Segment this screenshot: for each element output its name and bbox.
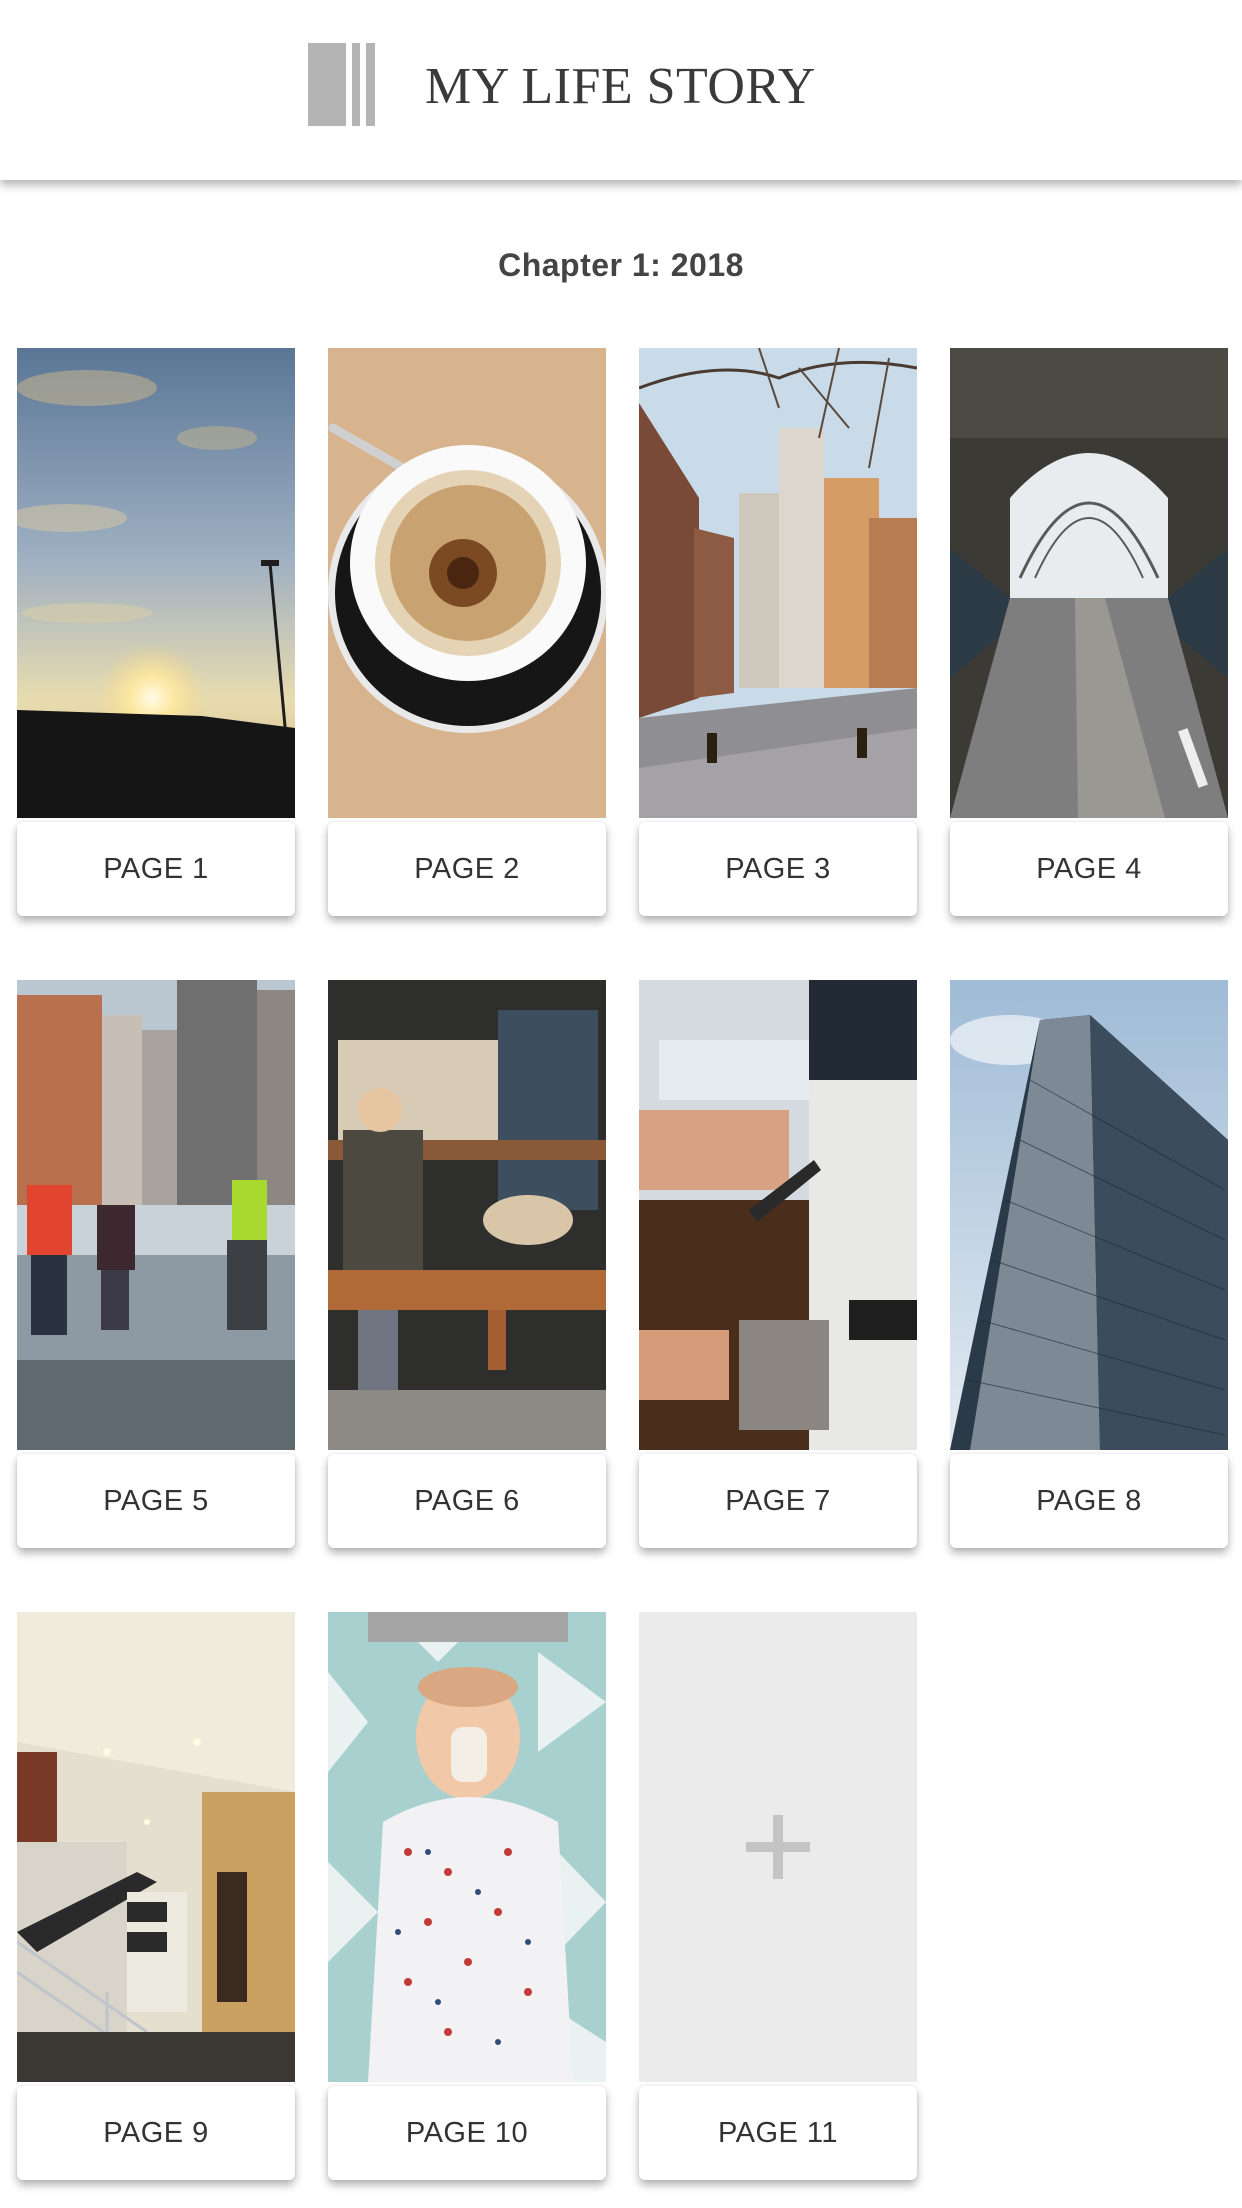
page-thumbnail[interactable] xyxy=(950,348,1228,818)
page-label[interactable]: PAGE 9 xyxy=(17,2086,295,2180)
page-thumbnail[interactable] xyxy=(950,980,1228,1450)
tower-photo xyxy=(950,980,1228,1450)
walkway-photo xyxy=(950,348,1228,818)
beach-photo xyxy=(17,980,295,1450)
book-spines-icon xyxy=(308,43,376,126)
page-label[interactable]: PAGE 11 xyxy=(639,2086,917,2180)
add-page-card[interactable]: PAGE 11 xyxy=(639,1612,917,2184)
page-card[interactable]: PAGE 4 xyxy=(950,348,1228,920)
page-thumbnail[interactable] xyxy=(328,980,606,1450)
page-thumbnail[interactable] xyxy=(17,1612,295,2082)
page-card[interactable]: PAGE 9 xyxy=(17,1612,295,2184)
page-card[interactable]: PAGE 6 xyxy=(328,980,606,1552)
city-street-photo xyxy=(639,348,917,818)
page-label[interactable]: PAGE 6 xyxy=(328,1454,606,1548)
page-label[interactable]: PAGE 10 xyxy=(328,2086,606,2180)
page-thumbnail[interactable] xyxy=(17,980,295,1450)
page-thumbnail[interactable] xyxy=(639,348,917,818)
page-thumbnail[interactable] xyxy=(328,348,606,818)
page-label[interactable]: PAGE 3 xyxy=(639,822,917,916)
page-label[interactable]: PAGE 4 xyxy=(950,822,1228,916)
page-thumbnail[interactable] xyxy=(639,980,917,1450)
page-card[interactable]: PAGE 7 xyxy=(639,980,917,1552)
page-thumbnail[interactable] xyxy=(17,348,295,818)
sunset-photo xyxy=(17,348,295,818)
espresso-photo xyxy=(328,348,606,818)
add-page-button[interactable] xyxy=(639,1612,917,2082)
lobby-photo xyxy=(17,1612,295,2082)
page-card[interactable]: PAGE 2 xyxy=(328,348,606,920)
page-label[interactable]: PAGE 5 xyxy=(17,1454,295,1548)
cafe-photo xyxy=(328,980,606,1450)
app-title: MY LIFE STORY xyxy=(425,58,816,115)
app-header: MY LIFE STORY xyxy=(0,0,1242,180)
page-card[interactable]: PAGE 8 xyxy=(950,980,1228,1552)
page-label[interactable]: PAGE 1 xyxy=(17,822,295,916)
page-card[interactable]: PAGE 3 xyxy=(639,348,917,920)
page-label[interactable]: PAGE 8 xyxy=(950,1454,1228,1548)
page-thumbnail[interactable] xyxy=(328,1612,606,2082)
page-card[interactable]: PAGE 1 xyxy=(17,348,295,920)
page-card[interactable]: PAGE 5 xyxy=(17,980,295,1552)
barista-photo xyxy=(639,980,917,1450)
page-label[interactable]: PAGE 2 xyxy=(328,822,606,916)
plus-icon xyxy=(746,1815,810,1879)
page-card[interactable]: PAGE 10 xyxy=(328,1612,606,2184)
page-grid: PAGE 1 PAGE 2 PAGE 3 PAGE 4 PAGE 5 PAGE … xyxy=(0,0,1242,2208)
baby-photo xyxy=(328,1612,606,2082)
page-label[interactable]: PAGE 7 xyxy=(639,1454,917,1548)
